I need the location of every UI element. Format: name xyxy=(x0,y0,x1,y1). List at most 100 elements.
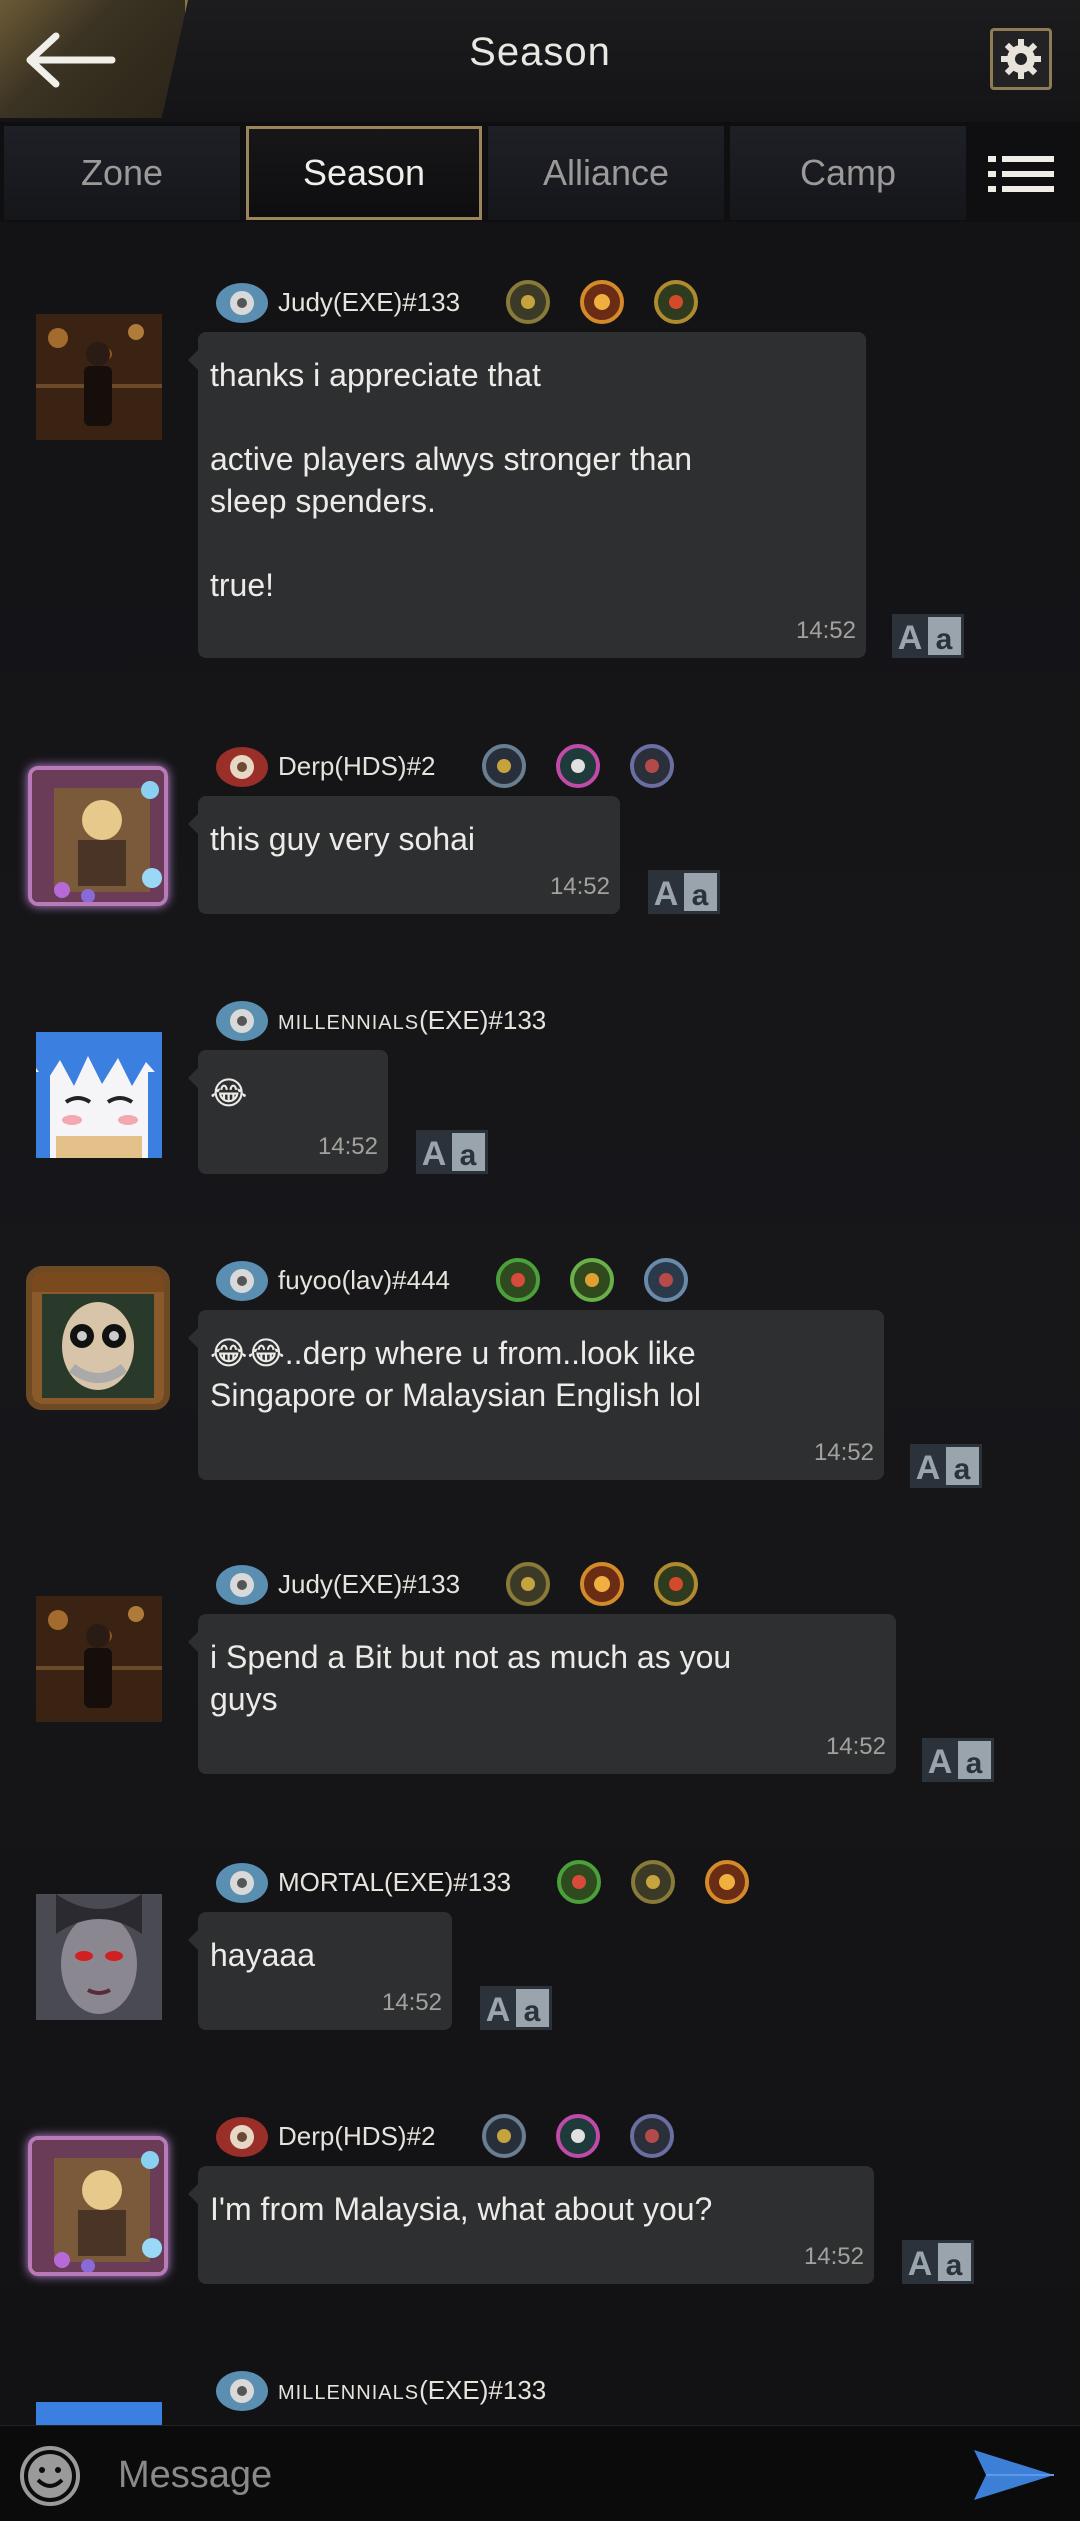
message-time: 14:52 xyxy=(803,2243,864,2270)
tab-alliance[interactable]: Alliance xyxy=(488,126,724,220)
translate-button[interactable]: A a xyxy=(416,1130,488,1174)
gear-icon xyxy=(1001,39,1041,79)
username[interactable]: MORTAL(EXE)#133 xyxy=(278,1867,511,1898)
message-bubble[interactable]: this guy very sohai 14:52 xyxy=(188,796,620,914)
message-bubble[interactable]: i Spend a Bit but not as much as you guy… xyxy=(188,1614,896,1774)
avatar[interactable] xyxy=(36,2402,162,2425)
svg-text:A: A xyxy=(422,1135,447,1173)
avatar[interactable] xyxy=(36,314,162,440)
badge-icon xyxy=(705,1860,750,1904)
message-time: 14:52 xyxy=(317,1133,378,1160)
badge-icon xyxy=(631,1860,676,1904)
top-bar: Season xyxy=(0,0,1080,124)
message-bubble[interactable]: thanks i appreciate that active players … xyxy=(188,332,866,658)
message-header: MORTAL(EXE)#133 xyxy=(212,1852,753,1912)
rank-emblem-icon xyxy=(216,747,268,787)
svg-text:A: A xyxy=(486,1991,511,2029)
username[interactable]: Judy(EXE)#133 xyxy=(278,1569,460,1600)
message-time: 14:52 xyxy=(825,1733,886,1760)
translate-icon: A a xyxy=(910,1444,982,1488)
avatar[interactable] xyxy=(28,2136,168,2276)
page-title: Season xyxy=(469,30,611,74)
rank-emblem-icon xyxy=(216,2371,268,2411)
svg-text:a: a xyxy=(460,1139,477,1172)
message-bubble[interactable]: I'm from Malaysia, what about you? 14:52 xyxy=(188,2166,874,2284)
message-text: this guy very sohai xyxy=(210,821,476,857)
message-text: I'm from Malaysia, what about you? xyxy=(210,2191,713,2227)
badge-icon xyxy=(557,1860,602,1904)
message-text: 😂😂..derp where u from..look like Singapo… xyxy=(210,1335,701,1413)
chat-list[interactable]: Judy(EXE)#133 thanks i appreciate that a… xyxy=(0,222,1080,2425)
translate-button[interactable]: A a xyxy=(910,1444,982,1488)
message-header: MILLENNIALS(EXE)#133 xyxy=(212,990,566,1050)
translate-button[interactable]: A a xyxy=(902,2240,974,2284)
svg-text:A: A xyxy=(654,875,679,913)
badge-icon xyxy=(644,1258,688,1302)
message-time: 14:52 xyxy=(381,1989,442,2016)
username[interactable]: MILLENNIALS(EXE)#133 xyxy=(278,1005,546,1036)
avatar[interactable] xyxy=(36,1032,162,1158)
svg-text:a: a xyxy=(966,1747,983,1780)
username[interactable]: MILLENNIALS(EXE)#133 xyxy=(278,2375,546,2406)
avatar[interactable] xyxy=(28,766,168,906)
message-text: hayaaa xyxy=(210,1937,315,1973)
message-time: 14:52 xyxy=(549,873,610,900)
translate-button[interactable]: A a xyxy=(648,870,720,914)
badge-icon xyxy=(654,1562,699,1606)
avatar[interactable] xyxy=(36,1596,162,1722)
username[interactable]: Derp(HDS)#2 xyxy=(278,2121,436,2152)
svg-text:a: a xyxy=(692,879,709,912)
svg-text:A: A xyxy=(898,619,923,657)
badge-icon xyxy=(555,744,600,788)
message-bubble[interactable]: hayaaa 14:52 xyxy=(188,1912,452,2030)
message-time: 14:52 xyxy=(795,617,856,644)
emoji-icon[interactable] xyxy=(18,2444,82,2508)
svg-text:a: a xyxy=(524,1995,541,2028)
username[interactable]: Judy(EXE)#133 xyxy=(278,287,460,318)
translate-button[interactable]: A a xyxy=(922,1738,994,1782)
badge-icon xyxy=(580,1562,625,1606)
send-icon[interactable] xyxy=(972,2448,1056,2502)
svg-text:a: a xyxy=(936,623,953,656)
message-text: 😂 xyxy=(210,1075,248,1111)
translate-icon: A a xyxy=(922,1738,994,1782)
translate-button[interactable]: A a xyxy=(480,1986,552,2030)
svg-text:A: A xyxy=(928,1743,953,1781)
channel-tabs: Zone Season Alliance Camp xyxy=(0,122,1080,222)
badge-icon xyxy=(629,2114,674,2158)
translate-icon: A a xyxy=(480,1986,552,2030)
tab-zone[interactable]: Zone xyxy=(4,126,240,220)
tab-season[interactable]: Season xyxy=(246,126,482,220)
translate-button[interactable]: A a xyxy=(892,614,964,658)
message-header: Judy(EXE)#133 xyxy=(212,1554,702,1614)
badge-icon xyxy=(496,1258,540,1302)
translate-icon: A a xyxy=(902,2240,974,2284)
message-header: Derp(HDS)#2 xyxy=(212,736,678,796)
message-header: Judy(EXE)#133 xyxy=(212,272,702,332)
badge-icon xyxy=(506,280,551,324)
svg-text:A: A xyxy=(916,1449,941,1487)
tab-camp[interactable]: Camp xyxy=(730,126,966,220)
username[interactable]: Derp(HDS)#2 xyxy=(278,751,436,782)
svg-text:a: a xyxy=(954,1453,971,1486)
settings-button[interactable] xyxy=(990,28,1052,90)
username[interactable]: fuyoo(lav)#444 xyxy=(278,1265,450,1296)
message-bubble[interactable]: 😂 14:52 xyxy=(188,1050,388,1174)
message-bubble[interactable]: 😂😂..derp where u from..look like Singapo… xyxy=(188,1310,884,1480)
badge-icon xyxy=(555,2114,600,2158)
svg-text:A: A xyxy=(908,2245,933,2283)
message-input[interactable] xyxy=(116,2444,940,2506)
menu-list-icon[interactable] xyxy=(988,154,1054,194)
translate-icon: A a xyxy=(892,614,964,658)
avatar[interactable] xyxy=(26,1266,170,1410)
avatar[interactable] xyxy=(36,1894,162,2020)
rank-emblem-icon xyxy=(216,1565,268,1605)
translate-icon: A a xyxy=(648,870,720,914)
message-text: i Spend a Bit but not as much as you guy… xyxy=(210,1639,732,1717)
badge-icon xyxy=(654,280,699,324)
badge-icon xyxy=(580,280,625,324)
badge-icon xyxy=(506,1562,551,1606)
rank-emblem-icon xyxy=(216,1001,268,1041)
rank-emblem-icon xyxy=(216,2117,268,2157)
badge-icon xyxy=(629,744,674,788)
